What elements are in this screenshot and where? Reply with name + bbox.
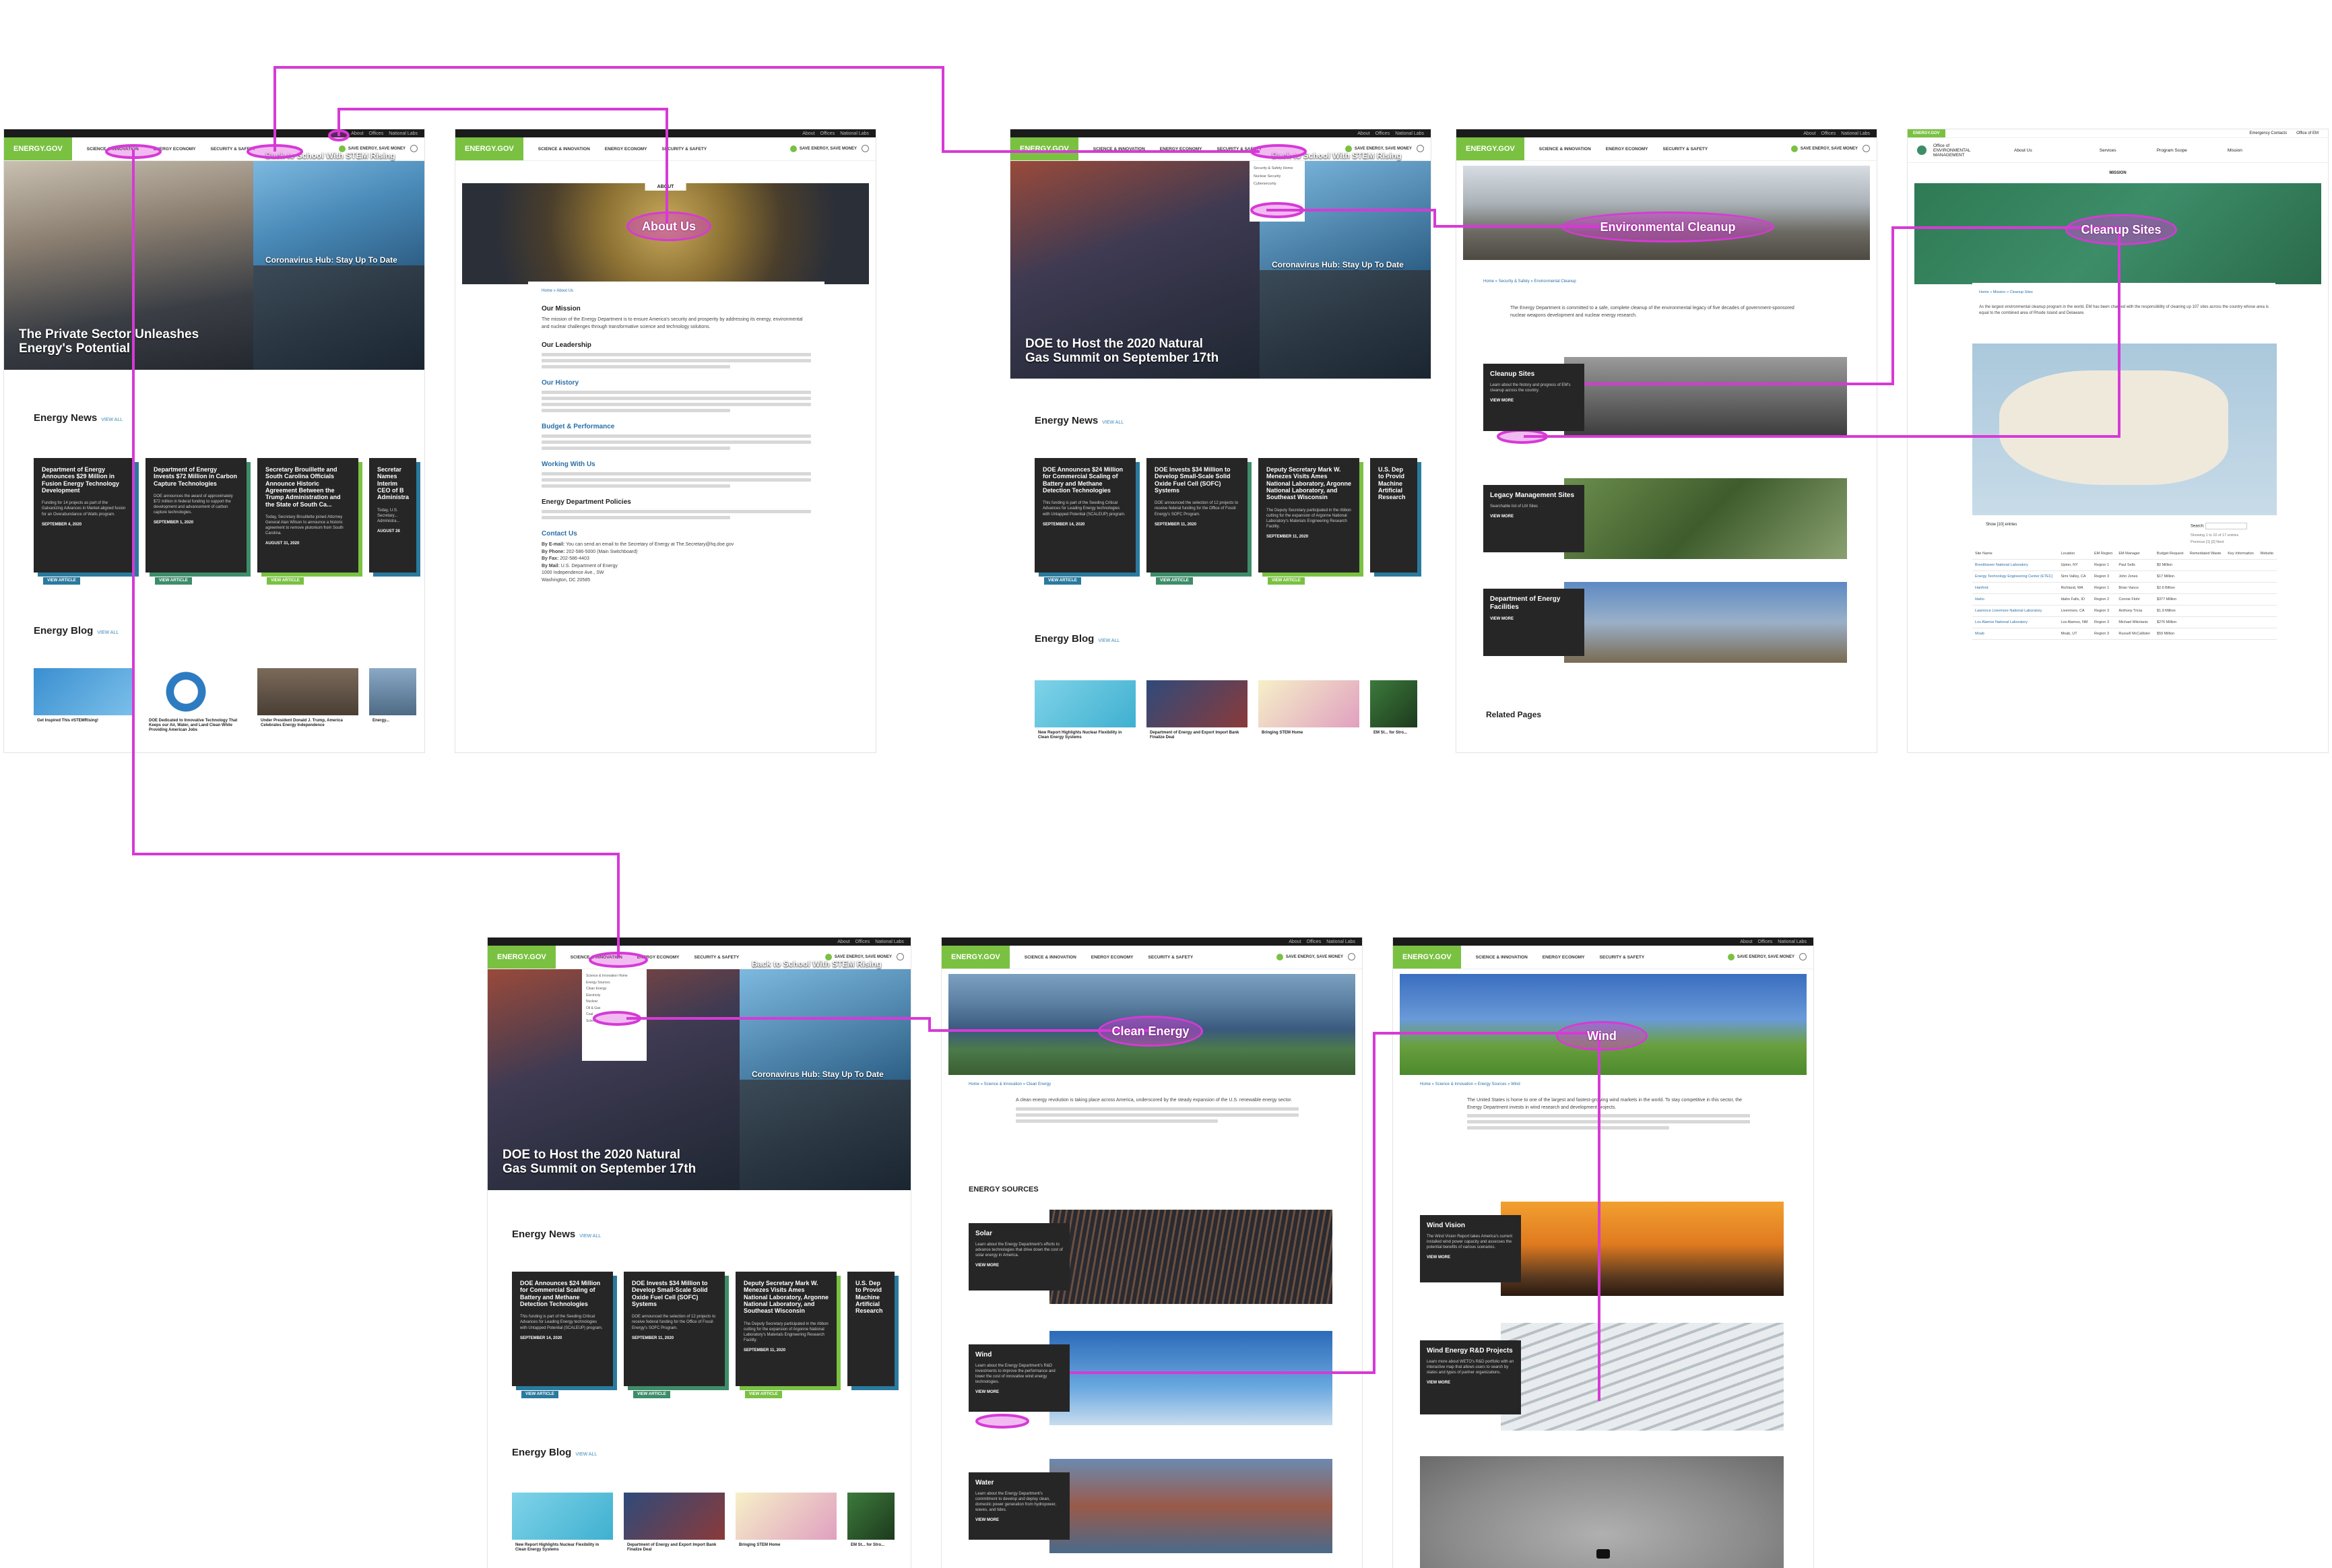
- connector-home-to-about: [337, 108, 668, 225]
- highlight-about-us: About Us: [626, 211, 711, 241]
- connector-science-to-clean: [626, 1017, 1149, 1032]
- marker-science-nav-s6: [589, 952, 648, 968]
- connector-home-to-science-menu: [132, 150, 620, 958]
- marker-util-about: [328, 129, 350, 141]
- marker-nav-science: [105, 144, 162, 159]
- marker-cleanup-view-more: [1497, 429, 1548, 444]
- marker-security-nav-s3: [1250, 144, 1307, 159]
- connector-env-to-cleanup-sites: [1522, 226, 2120, 438]
- connector-lines: [132, 66, 2120, 1401]
- highlight-environmental-cleanup: Environmental Cleanup: [1561, 211, 1774, 242]
- marker-wind-view-more: [975, 1414, 1029, 1429]
- marker-env-menu-item: [1250, 202, 1304, 218]
- click-markers: [105, 129, 1556, 1429]
- highlight-cleanup-sites: Cleanup Sites: [2065, 214, 2177, 245]
- marker-nav-security: [247, 144, 303, 159]
- highlight-clean-energy: Clean Energy: [1098, 1016, 1203, 1047]
- marker-clean-menu-item: [593, 1011, 641, 1026]
- flow-connectors: [105, 66, 2120, 1429]
- highlight-wind: Wind: [1556, 1021, 1648, 1051]
